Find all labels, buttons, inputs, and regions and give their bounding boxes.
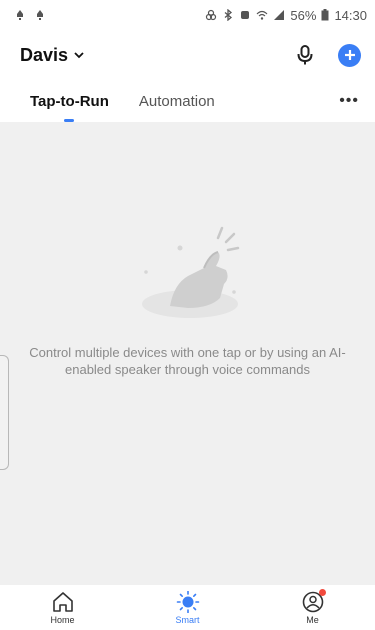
tap-illustration: [142, 226, 240, 318]
empty-state-area: Control multiple devices with one tap or…: [0, 122, 375, 585]
profile-icon: [301, 588, 326, 613]
more-button[interactable]: •••: [339, 92, 361, 110]
signal-icon: [274, 10, 285, 20]
voice-button[interactable]: [292, 42, 318, 68]
side-drawer-handle[interactable]: [0, 355, 9, 470]
header-actions: [292, 42, 361, 68]
nav-item-home[interactable]: Home: [23, 591, 103, 625]
bottom-nav: Home Smart Me: [0, 585, 375, 630]
battery-percent: 56%: [290, 7, 317, 23]
empty-state-message: Control multiple devices with one tap or…: [29, 345, 346, 377]
tab-automation[interactable]: Automation: [139, 85, 215, 118]
notification-badge: [318, 588, 326, 596]
smart-icon: [176, 590, 199, 613]
nav-label: Me: [306, 614, 319, 625]
home-icon: [52, 591, 73, 612]
home-name: Davis: [20, 44, 69, 65]
wifi-icon: [256, 10, 268, 20]
notification-icon: [37, 10, 43, 20]
battery-icon: [321, 9, 329, 21]
plus-icon: [344, 50, 355, 60]
nav-label: Smart: [175, 614, 200, 625]
tab-label: Tap-to-Run: [30, 92, 109, 110]
tab-tap-to-run[interactable]: Tap-to-Run: [30, 85, 109, 122]
app-screen: 56% 14:30 Davis Tap-to-Run Automation ••…: [0, 0, 375, 630]
status-left: [14, 9, 46, 21]
notification-icon: [17, 10, 23, 20]
home-selector[interactable]: Davis: [20, 45, 85, 66]
status-bar: 56% 14:30: [0, 0, 375, 30]
alarm-icon: [241, 11, 250, 19]
tab-label: Automation: [138, 92, 215, 110]
scene-tabs: Tap-to-Run Automation •••: [0, 80, 375, 122]
status-right: 56% 14:30: [205, 8, 367, 23]
nav-item-me[interactable]: Me: [273, 588, 353, 625]
bluetooth-icon: [225, 9, 233, 21]
link-icon: [206, 9, 217, 21]
nav-item-smart[interactable]: Smart: [148, 590, 228, 625]
nav-label: Home: [50, 614, 75, 625]
status-time: 14:30: [334, 7, 367, 23]
chevron-down-icon: [74, 52, 84, 59]
header: Davis: [0, 30, 375, 80]
add-button[interactable]: [338, 43, 361, 67]
microphone-icon: [297, 45, 313, 65]
